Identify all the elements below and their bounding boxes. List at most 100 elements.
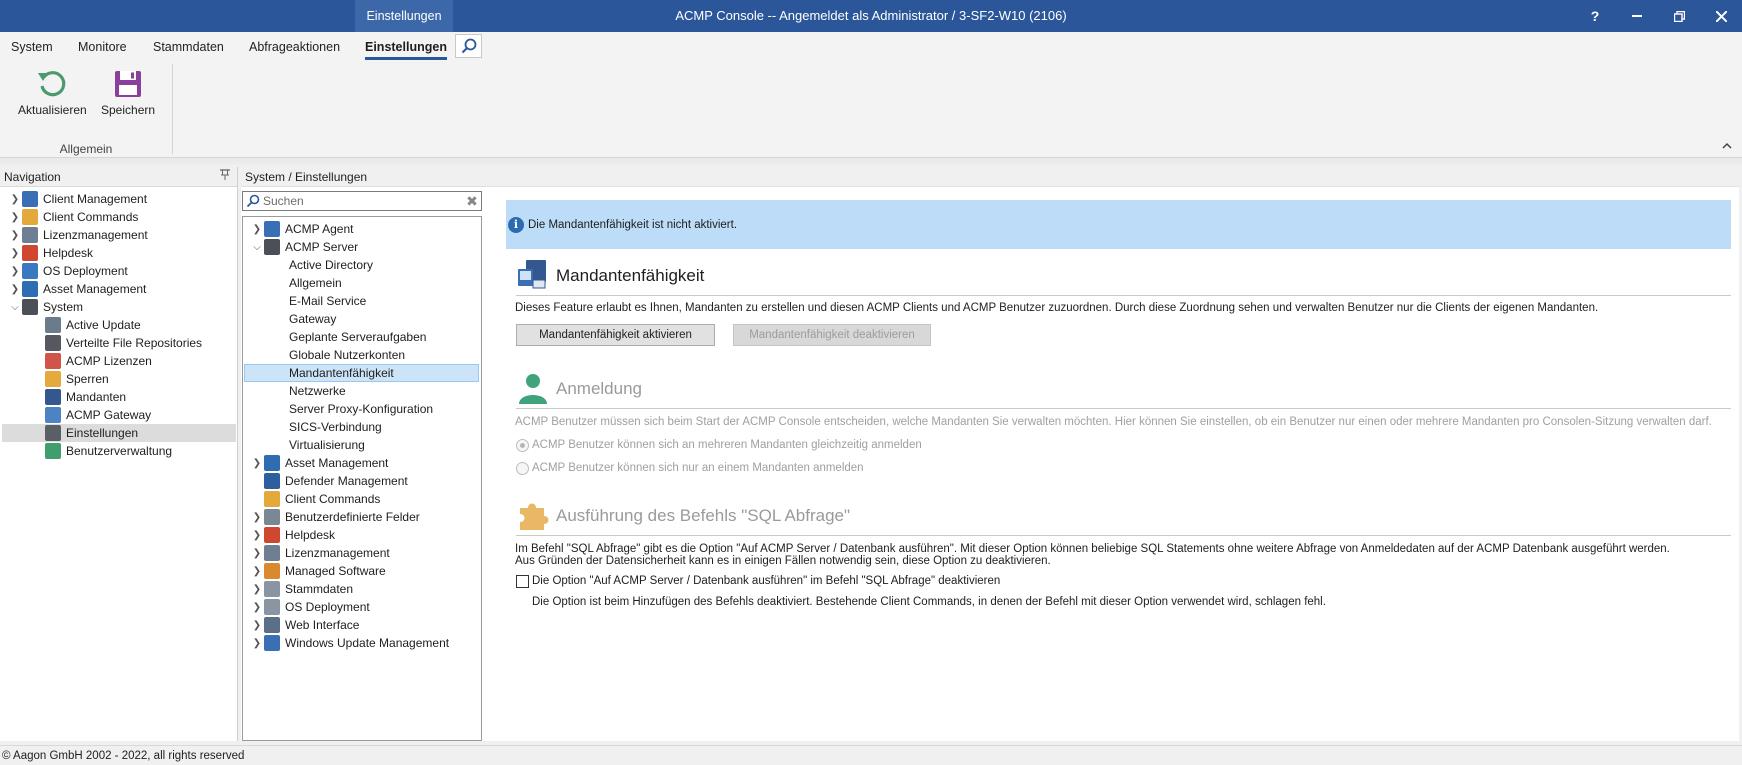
chevron-right-icon[interactable]: ❯	[250, 602, 264, 613]
nav-item-acmp-lizenzen[interactable]: ACMP Lizenzen	[45, 352, 152, 370]
settings-item-client-commands[interactable]: Client Commands	[250, 490, 380, 508]
tab-system[interactable]: System	[11, 32, 53, 62]
tab-stammdaten[interactable]: Stammdaten	[153, 32, 224, 62]
nav-item-label: ACMP Lizenzen	[66, 354, 152, 368]
settings-item-sics-verbindung[interactable]: SICS-Verbindung	[289, 418, 382, 436]
nav-item-label: Verteilte File Repositories	[66, 336, 203, 350]
nav-item-system[interactable]: ⌵ System	[8, 298, 83, 316]
chevron-down-icon[interactable]: ⌵	[250, 242, 264, 253]
chevron-right-icon[interactable]: ❯	[8, 212, 22, 223]
help-button[interactable]: ?	[1574, 0, 1616, 32]
pin-icon[interactable]	[219, 167, 231, 187]
chevron-right-icon[interactable]: ❯	[250, 638, 264, 649]
nav-item-client-commands[interactable]: ❯ Client Commands	[8, 208, 138, 226]
settings-item-asset-management[interactable]: ❯ Asset Management	[250, 454, 388, 472]
nav-item-acmp-gateway[interactable]: ACMP Gateway	[45, 406, 151, 424]
save-label: Speichern	[101, 103, 156, 117]
nav-item-os-deployment[interactable]: ❯ OS Deployment	[8, 262, 128, 280]
chevron-right-icon[interactable]: ❯	[250, 584, 264, 595]
settings-item-allgemein[interactable]: Allgemein	[289, 274, 342, 292]
tab-abfrageaktionen[interactable]: Abfrageaktionen	[249, 32, 340, 62]
license-icon	[22, 227, 38, 243]
nav-item-client-management[interactable]: ❯ Client Management	[8, 190, 147, 208]
nav-item-active-update[interactable]: Active Update	[45, 316, 141, 334]
chevron-right-icon[interactable]: ❯	[250, 224, 264, 235]
radio-button-checked[interactable]	[516, 438, 529, 452]
chevron-right-icon[interactable]: ❯	[250, 566, 264, 577]
radio-multiple-tenants[interactable]: ACMP Benutzer können sich an mehreren Ma…	[516, 437, 922, 453]
settings-item-gateway[interactable]: Gateway	[289, 310, 336, 328]
close-icon	[1715, 10, 1727, 22]
nav-item-lizenzmanagement[interactable]: ❯ Lizenzmanagement	[8, 226, 148, 244]
info-banner: i Die Mandantenfähigkeit ist nicht aktiv…	[506, 200, 1731, 249]
settings-item-server-proxy[interactable]: Server Proxy-Konfiguration	[289, 400, 433, 418]
chevron-right-icon[interactable]: ❯	[250, 620, 264, 631]
settings-search-input[interactable]: Suchen ✖	[242, 191, 482, 211]
repository-icon	[45, 335, 61, 351]
save-button[interactable]: Speichern	[101, 68, 155, 117]
settings-item-acmp-agent[interactable]: ❯ ACMP Agent	[250, 220, 353, 238]
nav-item-asset-management[interactable]: ❯ Asset Management	[8, 280, 146, 298]
nav-item-sperren[interactable]: Sperren	[45, 370, 109, 388]
settings-item-defender-management[interactable]: Defender Management	[250, 472, 408, 490]
settings-item-netzwerke[interactable]: Netzwerke	[289, 382, 346, 400]
ribbon-collapse-button[interactable]	[1722, 138, 1732, 152]
nav-item-helpdesk[interactable]: ❯ Helpdesk	[8, 244, 93, 262]
minimize-button[interactable]	[1616, 0, 1658, 32]
nav-item-einstellungen[interactable]: Einstellungen	[45, 424, 138, 442]
server-icon	[264, 239, 280, 255]
settings-item-os-deployment[interactable]: ❯ OS Deployment	[250, 598, 370, 616]
chevron-right-icon[interactable]: ❯	[8, 230, 22, 241]
settings-item-stammdaten[interactable]: ❯ Stammdaten	[250, 580, 353, 598]
deactivate-multitenancy-button[interactable]: Mandantenfähigkeit deaktivieren	[733, 324, 931, 346]
ribbon-search-button[interactable]	[455, 34, 482, 58]
chevron-right-icon[interactable]: ❯	[250, 530, 264, 541]
clear-search-icon[interactable]: ✖	[463, 193, 481, 210]
settings-item-label: Managed Software	[285, 564, 386, 578]
chevron-right-icon[interactable]: ❯	[8, 248, 22, 259]
chevron-right-icon[interactable]: ❯	[250, 548, 264, 559]
nav-item-file-repositories[interactable]: Verteilte File Repositories	[45, 334, 202, 352]
chevron-right-icon[interactable]: ❯	[8, 194, 22, 205]
settings-item-managed-software[interactable]: ❯ Managed Software	[250, 562, 386, 580]
settings-item-email-service[interactable]: E-Mail Service	[289, 292, 366, 310]
settings-item-web-interface[interactable]: ❯ Web Interface	[250, 616, 359, 634]
settings-item-lizenzmanagement[interactable]: ❯ Lizenzmanagement	[250, 544, 390, 562]
contextual-tab-label[interactable]: Einstellungen	[355, 0, 453, 32]
monitor-icon	[264, 221, 280, 237]
settings-item-geplante-serveraufgaben[interactable]: Geplante Serveraufgaben	[289, 328, 426, 346]
chevron-down-icon[interactable]: ⌵	[8, 302, 22, 313]
chevron-right-icon[interactable]: ❯	[8, 284, 22, 295]
nav-item-benutzerverwaltung[interactable]: Benutzerverwaltung	[45, 442, 172, 460]
nav-item-label: Client Commands	[43, 210, 139, 224]
radio-button[interactable]	[516, 461, 529, 475]
sql-option-checkbox-row[interactable]: Die Option "Auf ACMP Server / Datenbank …	[516, 573, 1000, 589]
section-login-header: Anmeldung	[516, 369, 1731, 409]
tab-monitore[interactable]: Monitore	[78, 32, 127, 62]
chevron-right-icon[interactable]: ❯	[8, 266, 22, 277]
chevron-right-icon[interactable]: ❯	[250, 512, 264, 523]
restore-button[interactable]	[1658, 0, 1700, 32]
close-button[interactable]	[1700, 0, 1742, 32]
activate-multitenancy-button[interactable]: Mandantenfähigkeit aktivieren	[516, 324, 715, 346]
refresh-button[interactable]: Aktualisieren	[18, 68, 87, 117]
tab-einstellungen[interactable]: Einstellungen	[365, 32, 447, 62]
settings-item-virtualisierung[interactable]: Virtualisierung	[289, 436, 365, 454]
window-controls: ?	[1574, 0, 1742, 32]
tag-icon	[264, 527, 280, 543]
settings-item-mandantenfaehigkeit[interactable]: Mandantenfähigkeit	[289, 364, 394, 382]
sql-option-checkbox[interactable]	[516, 574, 529, 588]
settings-item-active-directory[interactable]: Active Directory	[289, 256, 373, 274]
settings-item-globale-nutzerkonten[interactable]: Globale Nutzerkonten	[289, 346, 405, 364]
settings-item-benutzerdefinierte-felder[interactable]: ❯ Benutzerdefinierte Felder	[250, 508, 420, 526]
settings-item-windows-update[interactable]: ❯ Windows Update Management	[250, 634, 449, 652]
nav-item-label: Active Update	[66, 318, 141, 332]
settings-item-helpdesk[interactable]: ❯ Helpdesk	[250, 526, 335, 544]
settings-item-acmp-server[interactable]: ⌵ ACMP Server	[250, 238, 358, 256]
nav-item-mandanten[interactable]: Mandanten	[45, 388, 126, 406]
radio-single-label: ACMP Benutzer können sich nur an einem M…	[532, 462, 864, 474]
package-icon	[264, 563, 280, 579]
radio-single-tenant[interactable]: ACMP Benutzer können sich nur an einem M…	[516, 460, 864, 476]
chevron-right-icon[interactable]: ❯	[250, 458, 264, 469]
settings-item-label: Client Commands	[285, 492, 381, 506]
